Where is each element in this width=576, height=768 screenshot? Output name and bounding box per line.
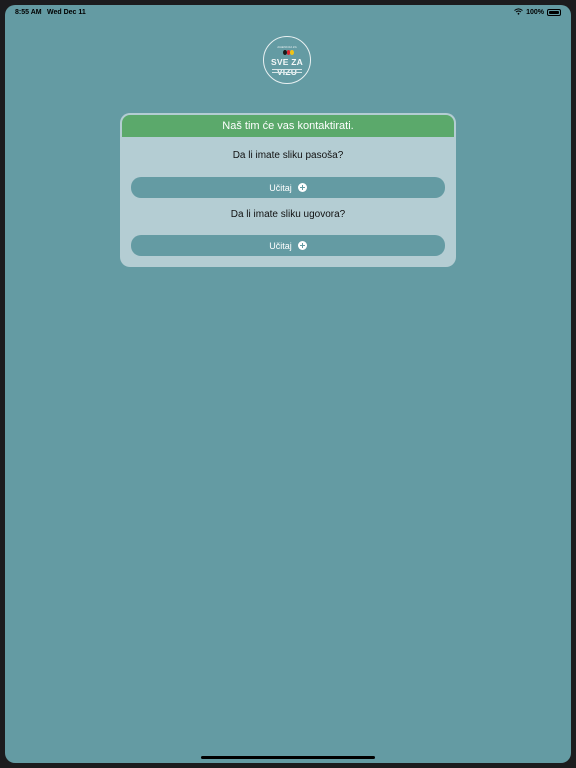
wifi-icon [514,8,523,17]
status-bar: 8:55 AM Wed Dec 11 100% [5,5,571,21]
plus-circle-icon [297,241,307,250]
battery-fill [549,11,559,14]
battery-icon [547,9,561,16]
home-indicator[interactable] [201,756,375,759]
status-time: 8:55 AM [15,9,42,16]
upload-contract-button[interactable]: Učitaj [131,235,445,256]
plus-circle-icon [297,183,307,192]
card-header: Naš tim će vas kontaktirati. [122,115,454,137]
upload-passport-button[interactable]: Učitaj [131,177,445,198]
battery-text: 100% [526,9,544,16]
upload-contract-label: Učitaj [269,240,292,251]
passport-question: Da li imate sliku pasoša? [232,150,344,161]
brand-logo: AGENCIJA ZA SVE ZA VIZU [263,36,311,84]
status-indicators: 100% [514,8,561,17]
contract-question: Da li imate sliku ugovora? [230,209,346,220]
status-date: Wed Dec 11 [47,9,86,16]
upload-passport-label: Učitaj [269,182,292,193]
logo-flag-icon [283,50,295,55]
logo-tagline: AGENCIJA ZA [277,45,297,49]
app-screen: 8:55 AM Wed Dec 11 100% AGENCIJA ZA SVE … [5,5,571,763]
logo-lines [272,69,302,75]
upload-card: Naš tim će vas kontaktirati. Da li imate… [120,113,456,267]
